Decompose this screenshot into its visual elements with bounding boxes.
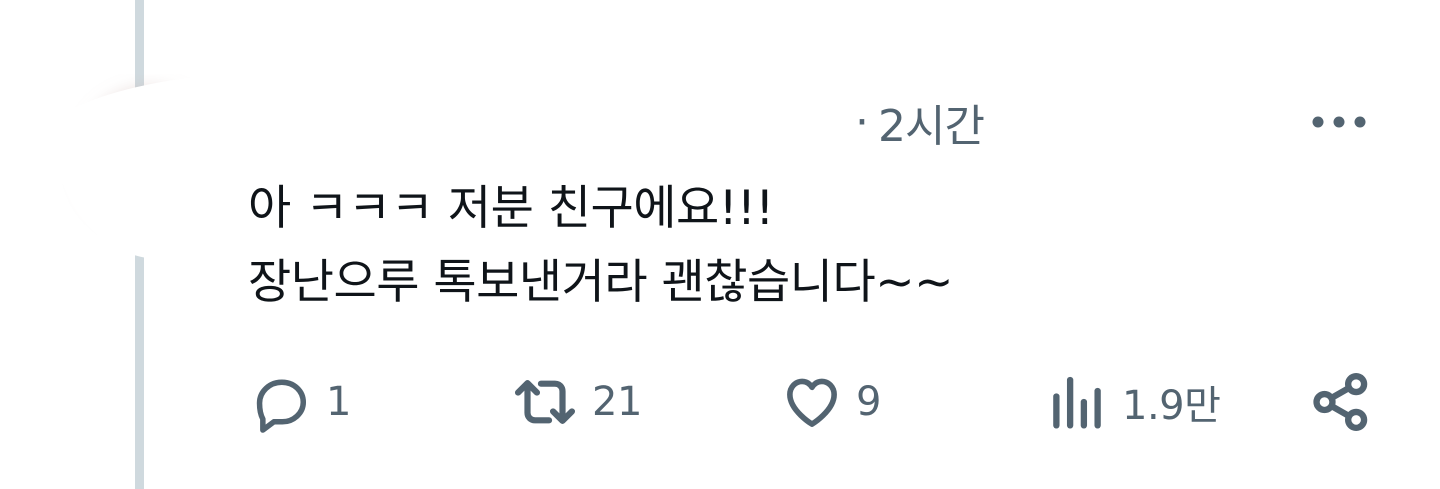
thread-line bbox=[135, 0, 144, 489]
retweet-icon bbox=[514, 380, 576, 424]
tweet-text-line: 아 ㅋㅋㅋ 저분 친구에요!!! bbox=[248, 181, 774, 236]
share-button[interactable] bbox=[1308, 366, 1374, 438]
reply-icon bbox=[256, 379, 307, 433]
retweet-button[interactable]: 21 bbox=[510, 366, 642, 438]
reply-button[interactable]: 1 bbox=[248, 366, 351, 438]
share-icon bbox=[1313, 372, 1368, 432]
tweet-timestamp[interactable]: 2시간 bbox=[878, 90, 985, 154]
retweet-count: 21 bbox=[592, 379, 642, 425]
views-icon bbox=[1053, 376, 1101, 429]
views-count: 1.9만 bbox=[1122, 383, 1221, 429]
tweet-meta: · 2시간 bbox=[855, 90, 985, 154]
views-button[interactable]: 1.9만 bbox=[1044, 366, 1221, 438]
like-count: 9 bbox=[856, 379, 881, 425]
tweet-text: 아 ㅋㅋㅋ 저분 친구에요!!! 장난으루 톡보낸거라 괜찮습니다~~ bbox=[248, 172, 1348, 320]
heart-icon bbox=[787, 378, 837, 427]
tweet-text-line: 장난으루 톡보낸거라 괜찮습니다~~ bbox=[248, 255, 954, 310]
meta-separator: · bbox=[855, 96, 869, 148]
more-icon bbox=[1312, 116, 1366, 128]
like-button[interactable]: 9 bbox=[780, 366, 881, 438]
action-bar: 1 21 9 1.9만 bbox=[248, 366, 1378, 438]
reply-count: 1 bbox=[326, 379, 351, 425]
more-button[interactable] bbox=[1306, 100, 1372, 144]
